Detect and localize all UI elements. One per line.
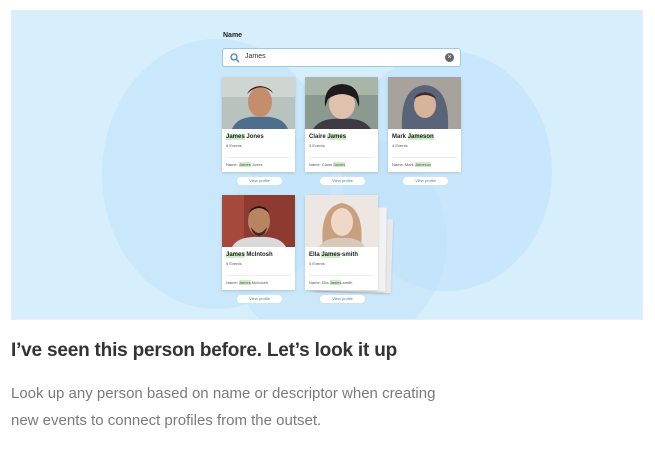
divider	[392, 157, 457, 158]
event-count: 6 Events	[226, 143, 242, 148]
event-count: 3 Events	[309, 143, 325, 148]
view-profile-button[interactable]: View profile	[236, 294, 283, 304]
profile-photo	[388, 77, 461, 129]
search-input[interactable]: James ×	[222, 48, 461, 67]
view-profile-button[interactable]: View profile	[402, 176, 449, 186]
profile-detail: Name: James McIntosh	[226, 280, 269, 285]
profile-name: Ella James-smith	[309, 252, 359, 258]
event-count: 4 Events	[392, 143, 408, 148]
divider	[309, 275, 374, 276]
view-profile-button[interactable]: View profile	[236, 176, 283, 186]
view-profile-button[interactable]: View profile	[319, 294, 366, 304]
event-count: 4 Events	[309, 261, 325, 266]
clear-icon[interactable]: ×	[445, 53, 454, 62]
profile-card[interactable]: James McIntosh 5 Events Name: James McIn…	[222, 195, 295, 290]
search-icon	[230, 53, 240, 63]
section-description: Look up any person based on name or desc…	[11, 380, 491, 434]
divider	[226, 157, 291, 158]
profile-name: Claire James	[309, 134, 347, 140]
profile-detail: Name: James Jones	[226, 162, 263, 167]
divider	[226, 275, 291, 276]
view-profile-button[interactable]: View profile	[319, 176, 366, 186]
profile-card[interactable]: Claire James 3 Events Name: Claire James	[305, 77, 378, 172]
description-line: new events to connect profiles from the …	[11, 412, 322, 429]
profile-card[interactable]: James Jones 6 Events Name: James Jones	[222, 77, 295, 172]
profile-card[interactable]: Mark Jameson 4 Events Name: Mark Jameson	[388, 77, 461, 172]
profile-detail: Name: Claire James	[309, 162, 346, 167]
hero-illustration: Name James × James Jones 6 Events Name: …	[11, 10, 643, 320]
description-line: Look up any person based on name or desc…	[11, 385, 436, 402]
section-heading: I’ve seen this person before. Let’s look…	[11, 340, 398, 361]
profile-photo	[222, 77, 295, 129]
search-label: Name	[223, 32, 243, 39]
profile-detail: Name: Mark Jameson	[392, 162, 432, 167]
profile-name: Mark Jameson	[392, 134, 434, 140]
event-count: 5 Events	[226, 261, 242, 266]
profile-card[interactable]: Ella James-smith 4 Events Name: Ella Jam…	[305, 195, 378, 290]
search-value: James	[245, 53, 266, 60]
profile-photo	[305, 195, 378, 247]
profile-photo	[305, 77, 378, 129]
profile-detail: Name: Ella James-smith	[309, 280, 353, 285]
profile-name: James Jones	[226, 134, 264, 140]
divider	[309, 157, 374, 158]
profile-name: James McIntosh	[226, 252, 273, 258]
profile-photo	[222, 195, 295, 247]
